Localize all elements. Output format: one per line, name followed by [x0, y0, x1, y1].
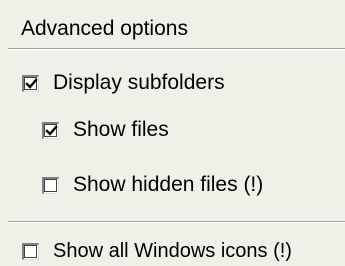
display-subfolders-option[interactable]: Display subfolders [22, 70, 225, 96]
display-subfolders-label: Display subfolders [53, 71, 225, 94]
show-hidden-files-option[interactable]: Show hidden files (!) [42, 172, 263, 198]
advanced-options-panel: Advanced options Display subfolders Show… [0, 0, 345, 266]
show-hidden-files-checkbox[interactable] [42, 176, 59, 194]
show-files-option[interactable]: Show files [42, 117, 169, 143]
show-all-windows-icons-checkbox[interactable] [22, 242, 39, 260]
show-files-checkbox[interactable] [42, 121, 59, 139]
checkmark-icon [45, 124, 58, 136]
show-hidden-files-label: Show hidden files (!) [73, 173, 264, 196]
show-all-windows-icons-label: Show all Windows icons (!) [53, 240, 292, 262]
show-all-windows-icons-option[interactable]: Show all Windows icons (!) [22, 238, 292, 264]
display-subfolders-checkbox[interactable] [22, 74, 39, 92]
checkmark-icon [25, 77, 38, 89]
options-divider [8, 221, 345, 223]
section-title: Advanced options [21, 17, 188, 40]
show-files-label: Show files [73, 118, 169, 141]
title-divider [8, 48, 345, 50]
